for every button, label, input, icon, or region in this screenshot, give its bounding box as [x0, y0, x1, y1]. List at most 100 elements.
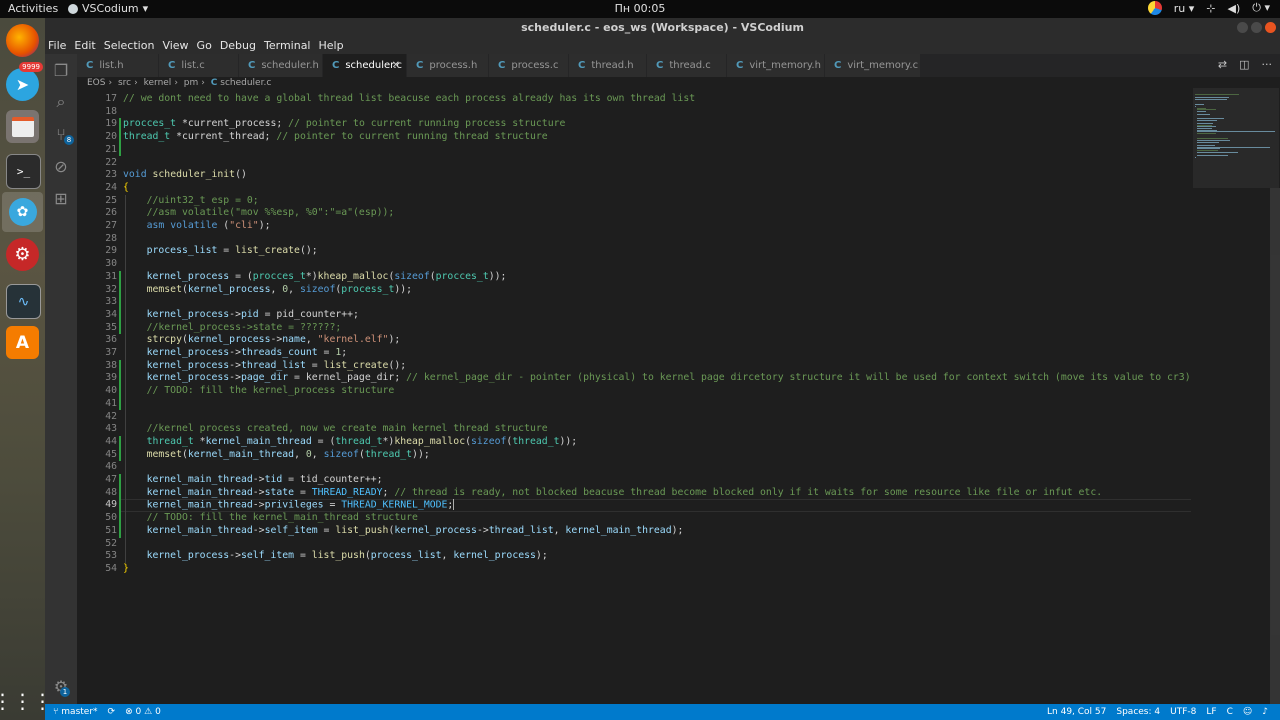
volume-icon[interactable]: ◀)	[1228, 2, 1241, 15]
tab-virt-memory-h[interactable]: Cvirt_memory.h	[727, 54, 825, 77]
code-line[interactable]: 34 kernel_process->pid = pid_counter++;	[77, 309, 1177, 322]
code-line[interactable]: 30	[77, 258, 1177, 271]
tab-thread-h[interactable]: Cthread.h	[569, 54, 647, 77]
code-line[interactable]: 17 // we dont need to have a global threa…	[77, 93, 1177, 106]
menu-help[interactable]: Help	[316, 37, 349, 54]
code-line[interactable]: 26 //asm volatile("mov %%esp, %0":"=a"(e…	[77, 207, 1177, 220]
code-line[interactable]: 40 // TODO: fill the kernel_process stru…	[77, 385, 1177, 398]
debug-icon[interactable]: ⊘	[45, 152, 77, 180]
code-line[interactable]: 39 kernel_process->page_dir = kernel_pag…	[77, 372, 1190, 385]
code-line[interactable]: 25 //uint32_t esp = 0;	[77, 195, 1177, 208]
split-editor-icon[interactable]: ◫	[1239, 58, 1249, 71]
menu-debug[interactable]: Debug	[217, 37, 261, 54]
code-line[interactable]: 45 memset(kernel_main_thread, 0, sizeof(…	[77, 449, 1177, 462]
code-line[interactable]: 36 strcpy(kernel_process->name, "kernel.…	[77, 334, 1177, 347]
menu-terminal[interactable]: Terminal	[261, 37, 316, 54]
terminal-icon[interactable]: >_	[6, 154, 41, 189]
tab-scheduler-h[interactable]: Cscheduler.h	[239, 54, 323, 77]
breadcrumb-file[interactable]: scheduler.c	[220, 78, 271, 88]
tab-thread-c[interactable]: Cthread.c	[647, 54, 727, 77]
code-line[interactable]: 41	[77, 398, 1177, 411]
code-line[interactable]: 51 kernel_main_thread->self_item = list_…	[77, 525, 1177, 538]
activities-button[interactable]: Activities	[8, 2, 58, 15]
code-editor[interactable]: 17 // we dont need to have a global threa…	[77, 90, 1280, 704]
system-monitor-icon[interactable]: ∿	[6, 284, 41, 319]
problems-indicator[interactable]: ⊗ 0 ⚠ 0	[125, 704, 161, 720]
language-mode[interactable]: C	[1227, 704, 1233, 720]
code-line[interactable]: 27 asm volatile ("cli");	[77, 220, 1177, 233]
more-actions-icon[interactable]: ···	[1262, 58, 1273, 71]
extensions-icon[interactable]: ⊞	[45, 184, 77, 212]
code-line[interactable]: 29 process_list = list_create();	[77, 245, 1177, 258]
code-line[interactable]: 35 //kernel_process->state = ??????;	[77, 322, 1177, 335]
code-line[interactable]: 48 kernel_main_thread->state = THREAD_RE…	[77, 487, 1177, 500]
code-line[interactable]: 31 kernel_process = (procces_t*)kheap_ma…	[77, 271, 1177, 284]
git-branch[interactable]: ⑂ master*	[53, 704, 98, 720]
keyboard-layout[interactable]: ru ▾	[1174, 2, 1195, 15]
code-line[interactable]: 37 kernel_process->threads_count = 1;	[77, 347, 1177, 360]
menu-edit[interactable]: Edit	[71, 37, 100, 54]
editor-scrollbar[interactable]	[1270, 188, 1280, 706]
files-icon[interactable]: ❐	[45, 56, 77, 84]
code-line[interactable]: 53 kernel_process->self_item = list_push…	[77, 550, 1177, 563]
software-center-icon[interactable]: A	[6, 326, 39, 359]
tab-virt-memory-c[interactable]: Cvirt_memory.c	[825, 54, 921, 77]
code-line[interactable]: 24 {	[77, 182, 1177, 195]
code-line[interactable]: 42	[77, 411, 1177, 424]
sync-icon[interactable]: ⟳	[108, 704, 116, 720]
browser-tray-icon[interactable]	[1147, 1, 1162, 15]
system-tools-icon[interactable]: ⚙	[6, 238, 39, 271]
code-line[interactable]: 20 thread_t *current_thread; // pointer t…	[77, 131, 1177, 144]
vscodium-dock-icon[interactable]: ✿	[2, 192, 43, 232]
menu-go[interactable]: Go	[194, 37, 217, 54]
files-app-icon[interactable]	[6, 110, 39, 143]
code-line[interactable]: 32 memset(kernel_process, 0, sizeof(proc…	[77, 284, 1177, 297]
menu-file[interactable]: File	[45, 37, 71, 54]
code-line[interactable]: 47 kernel_main_thread->tid = tid_counter…	[77, 474, 1177, 487]
tab-process-h[interactable]: Cprocess.h	[407, 54, 489, 77]
tab-list-c[interactable]: Clist.c	[159, 54, 239, 77]
breadcrumb-src[interactable]: src	[118, 78, 131, 88]
breadcrumb-eos[interactable]: EOS	[87, 78, 105, 88]
notifications-icon[interactable]: ♪	[1262, 704, 1268, 720]
search-icon[interactable]: ⌕	[45, 88, 77, 116]
code-line[interactable]: 33	[77, 296, 1177, 309]
encoding[interactable]: UTF-8	[1170, 704, 1196, 720]
code-line[interactable]: 23 void scheduler_init()	[77, 169, 1177, 182]
power-icon[interactable]: ⏻ ▾	[1252, 1, 1270, 15]
source-control-icon[interactable]: ⑂ 8	[45, 120, 77, 148]
show-applications-icon[interactable]: ⋮⋮⋮	[0, 684, 53, 717]
end-of-line[interactable]: LF	[1206, 704, 1216, 720]
code-line[interactable]: 46	[77, 461, 1177, 474]
telegram-icon[interactable]: ➤ 9999	[6, 62, 43, 101]
breadcrumb-kernel[interactable]: kernel	[144, 78, 172, 88]
code-line[interactable]: 54}	[77, 563, 1177, 576]
code-line[interactable]: 44 thread_t *kernel_main_thread = (threa…	[77, 436, 1177, 449]
menu-selection[interactable]: Selection	[101, 37, 160, 54]
indentation[interactable]: Spaces: 4	[1116, 704, 1160, 720]
tab-list-h[interactable]: Clist.h	[77, 54, 159, 77]
code-line[interactable]: 28	[77, 233, 1177, 246]
tab-scheduler-c[interactable]: Cscheduler.c ✕	[323, 54, 407, 77]
tab-process-c[interactable]: Cprocess.c	[489, 54, 569, 77]
code-line[interactable]: 22	[77, 157, 1177, 170]
minimap[interactable]	[1195, 90, 1275, 160]
code-line[interactable]: 50 // TODO: fill the kernel_main_thread …	[77, 512, 1177, 525]
feedback-icon[interactable]: ☺	[1243, 704, 1252, 720]
code-line[interactable]: 18	[77, 106, 1177, 119]
breadcrumb-pm[interactable]: pm	[184, 78, 198, 88]
close-window-button[interactable]	[1265, 22, 1276, 33]
app-menu[interactable]: VSCodium ▾	[68, 2, 148, 15]
clock[interactable]: Пн 00:05	[0, 2, 1280, 15]
code-line[interactable]: 19 procces_t *current_process; // pointer…	[77, 118, 1177, 131]
code-line[interactable]: 38 kernel_process->thread_list = list_cr…	[77, 360, 1177, 373]
code-line[interactable]: 21	[77, 144, 1177, 157]
code-line[interactable]: 52	[77, 538, 1177, 551]
cursor-position[interactable]: Ln 49, Col 57	[1047, 704, 1106, 720]
menu-view[interactable]: View	[159, 37, 193, 54]
maximize-button[interactable]	[1251, 22, 1262, 33]
network-icon[interactable]: ⊹	[1206, 2, 1215, 15]
firefox-icon[interactable]	[6, 24, 39, 57]
code-line[interactable]: 43 //kernel process created, now we crea…	[77, 423, 1177, 436]
code-line[interactable]: 49 kernel_main_thread->privileges = THRE…	[77, 499, 1177, 512]
